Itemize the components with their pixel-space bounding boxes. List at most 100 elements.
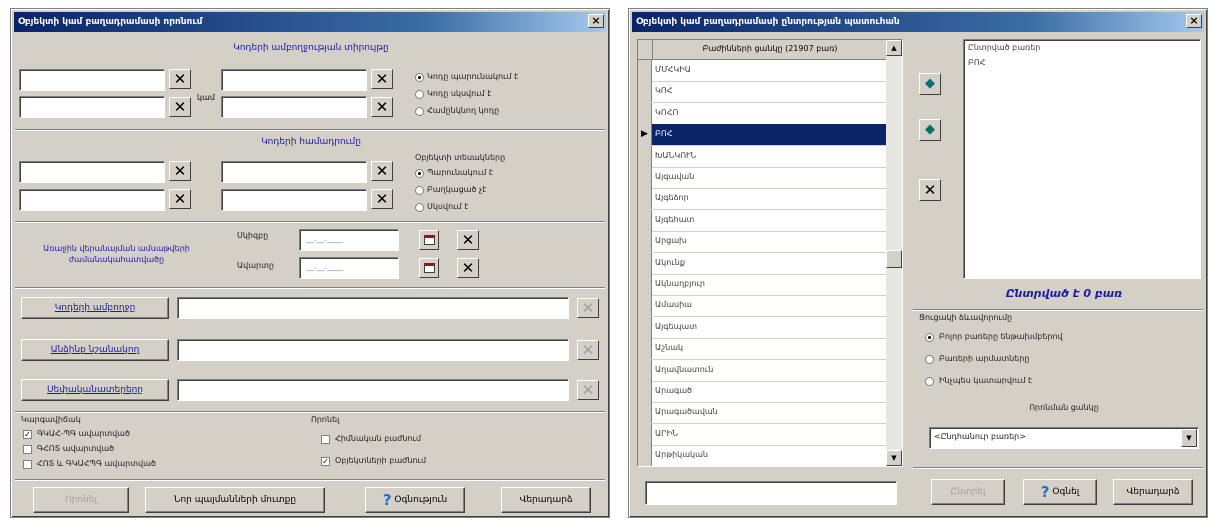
word-list[interactable]: Բաժինների ցանկը (21907 բառ) ՄՄՀԿԻԱ ԿՈՀ ԿՈՀ… (637, 39, 903, 467)
row-selector[interactable] (638, 188, 652, 210)
list-item[interactable]: ԱՐԻՆ (638, 423, 886, 446)
clear-icon[interactable]: ✕ (169, 189, 191, 209)
list-item[interactable]: Այգեհատ (638, 209, 886, 232)
scrollbar[interactable]: ▲ ▼ (886, 40, 902, 466)
row-selector[interactable] (638, 338, 652, 360)
scroll-down-icon[interactable]: ▼ (886, 450, 902, 466)
clear-icon[interactable]: ✕ (577, 340, 599, 360)
add-icon[interactable]: ◆ (919, 73, 941, 95)
row-selector[interactable] (638, 402, 652, 424)
code-option-radio[interactable] (415, 90, 424, 99)
clear-icon[interactable]: ✕ (169, 161, 191, 181)
code-to-field-1[interactable] (221, 69, 367, 91)
code-option-radio[interactable] (415, 107, 424, 116)
person-button[interactable]: Անձինք նշանակող (21, 339, 169, 361)
status-checkbox[interactable]: ✓ (23, 430, 32, 439)
select-button[interactable]: Ընտրել (931, 479, 1005, 505)
clear-icon[interactable]: ✕ (371, 189, 393, 209)
list-item[interactable]: Ակնաղբյուր (638, 274, 886, 296)
list-item[interactable]: Ակունք (638, 252, 886, 275)
row-selector[interactable] (638, 359, 652, 381)
list-item[interactable]: ԿՈՀՈ (638, 102, 886, 125)
clear-icon[interactable]: ✕ (169, 97, 191, 117)
object-codes-field[interactable] (177, 297, 569, 319)
clear-icon[interactable]: ✕ (577, 380, 599, 400)
search-button[interactable]: Որոնել (33, 487, 129, 513)
row-selector[interactable] (638, 295, 652, 317)
selected-item[interactable]: ԲՈՀ (968, 58, 985, 67)
list-item[interactable]: Ամասիա (638, 295, 886, 318)
code-to-field-2[interactable] (221, 96, 367, 118)
list-item[interactable]: Այգեպատ (638, 316, 886, 339)
row-selector[interactable] (638, 167, 652, 188)
person-field[interactable] (177, 339, 569, 361)
row-selector[interactable] (638, 252, 652, 274)
row-selector[interactable] (638, 316, 652, 338)
exit-button[interactable]: Վերադարձ (501, 487, 591, 513)
type-option-radio[interactable] (415, 186, 424, 195)
row-selector[interactable] (638, 381, 652, 402)
list-item[interactable]: Արագածավան (638, 402, 886, 425)
row-selector[interactable] (638, 209, 652, 231)
list-item[interactable]: ՄՄՀԿԻԱ (638, 60, 886, 82)
combo-field-3[interactable] (221, 161, 367, 183)
list-item[interactable]: Այգեձոր (638, 188, 886, 211)
object-codes-button[interactable]: Կոդերի ամբողջը (21, 297, 169, 319)
row-selector[interactable] (638, 102, 652, 124)
list-item[interactable]: Աշնակ (638, 338, 886, 361)
close-icon[interactable]: × (1186, 14, 1202, 28)
row-selector[interactable] (638, 231, 652, 253)
date-from-field[interactable]: __.__.____ (299, 229, 399, 251)
combo-field-1[interactable] (19, 161, 165, 183)
clear-icon[interactable]: ✕ (457, 230, 479, 250)
exit-button[interactable]: Վերադարձ (1113, 479, 1193, 505)
sort-option-radio[interactable] (925, 355, 934, 364)
row-selector[interactable] (638, 445, 652, 466)
list-item[interactable]: Արթիկական (638, 445, 886, 466)
combo-field-4[interactable] (221, 189, 367, 211)
owner-field[interactable] (177, 379, 569, 401)
clear-icon[interactable]: ✕ (371, 97, 393, 117)
scope-select[interactable]: <Ընդհանուր բառեր> ▼ (929, 427, 1199, 449)
code-from-field-2[interactable] (19, 96, 165, 118)
date-to-field[interactable]: __.__.____ (299, 257, 399, 279)
list-item[interactable]: ▶ ԲՈՀ (638, 124, 886, 147)
help-button[interactable]: ? Օգնել (1023, 479, 1097, 505)
status-checkbox[interactable] (23, 445, 32, 454)
combo-field-2[interactable] (19, 189, 165, 211)
filter-input[interactable] (645, 481, 897, 505)
type-option-radio[interactable] (415, 203, 424, 212)
clear-icon[interactable]: ✕ (577, 298, 599, 318)
selected-list[interactable]: Ընտրված բառեր ԲՈՀ (963, 39, 1201, 279)
row-selector[interactable]: ▶ (638, 124, 652, 146)
sort-option-radio[interactable] (925, 377, 934, 386)
remove-icon[interactable]: ✕ (919, 179, 941, 201)
list-item[interactable]: Աղավնատուն (638, 359, 886, 382)
scroll-thumb[interactable] (886, 250, 902, 268)
list-item[interactable]: ԽԱՆԿՈՒՆ (638, 145, 886, 168)
code-option-radio[interactable] (415, 73, 424, 82)
close-icon[interactable]: × (588, 14, 604, 28)
calendar-icon[interactable] (419, 230, 439, 250)
row-selector[interactable] (638, 81, 652, 103)
calendar-icon[interactable] (419, 258, 439, 278)
clear-icon[interactable]: ✕ (371, 69, 393, 89)
help-button[interactable]: ? Օգնություն (365, 487, 465, 513)
scroll-up-icon[interactable]: ▲ (886, 40, 902, 56)
list-item[interactable]: ԿՈՀ (638, 81, 886, 104)
sort-option-radio[interactable] (925, 333, 934, 342)
clear-icon[interactable]: ✕ (457, 258, 479, 278)
list-item[interactable]: Արագած (638, 381, 886, 403)
list-item[interactable]: Արցախ (638, 231, 886, 254)
chevron-down-icon[interactable]: ▼ (1181, 429, 1197, 447)
row-selector[interactable] (638, 145, 652, 167)
status-checkbox[interactable] (23, 460, 32, 469)
row-selector[interactable] (638, 60, 652, 81)
new-conditions-button[interactable]: Նոր պայմանների մուտքը (145, 487, 325, 513)
row-selector[interactable] (638, 274, 652, 295)
row-selector[interactable] (638, 423, 652, 445)
code-from-field-1[interactable] (19, 69, 165, 91)
add-all-icon[interactable]: ◆ (919, 119, 941, 141)
type-option-radio[interactable] (415, 169, 424, 178)
clear-icon[interactable]: ✕ (169, 69, 191, 89)
